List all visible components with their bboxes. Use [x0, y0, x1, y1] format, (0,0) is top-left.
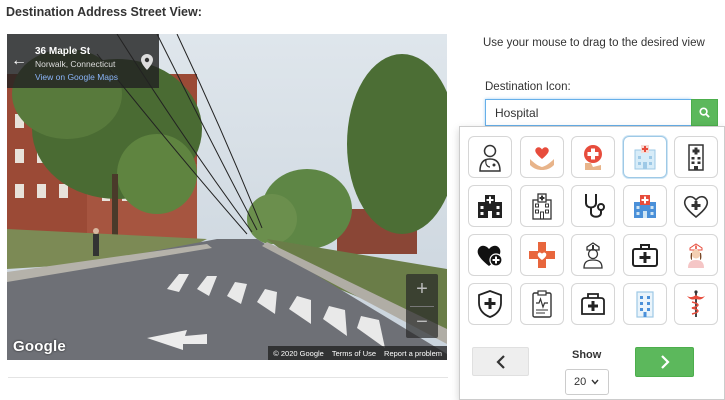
female-nurse-icon[interactable]	[674, 234, 718, 276]
zoom-in-button[interactable]: +	[406, 274, 438, 306]
search-button[interactable]	[691, 99, 718, 126]
destination-icon-search-input[interactable]	[485, 99, 691, 126]
heart-hands-icon[interactable]	[519, 136, 564, 178]
page-size-select[interactable]: 20	[565, 369, 609, 395]
medical-report-icon[interactable]	[519, 283, 564, 325]
previous-page-button[interactable]	[472, 347, 529, 376]
search-icon	[699, 107, 710, 118]
heart-cross-icon[interactable]	[674, 185, 718, 227]
destination-icon-label: Destination Icon:	[485, 81, 571, 93]
icon-picker-popup: Show 20	[459, 126, 725, 400]
map-pin-icon[interactable]	[141, 54, 153, 70]
view-on-google-maps-link[interactable]: View on Google Maps	[35, 72, 118, 82]
shield-cross-icon[interactable]	[468, 283, 512, 325]
address-title: 36 Maple St	[35, 46, 91, 57]
heart-plus-icon[interactable]	[468, 234, 512, 276]
drag-hint-text: Use your mouse to drag to the desired vi…	[483, 37, 705, 49]
zoom-control: + −	[406, 274, 438, 338]
section-title: Destination Address Street View:	[6, 5, 202, 19]
report-problem-link[interactable]: Report a problem	[384, 349, 442, 358]
hospital-building-dark-icon[interactable]	[468, 185, 512, 227]
arrow-left-icon[interactable]: ←	[11, 53, 27, 69]
zoom-out-button[interactable]: −	[406, 307, 438, 339]
hospital-building-icon[interactable]	[622, 136, 667, 178]
chevron-right-icon	[660, 355, 670, 369]
hospital-blue-icon[interactable]	[622, 185, 667, 227]
copyright-text: © 2020 Google	[273, 348, 324, 358]
divider	[8, 377, 448, 378]
terms-of-use-link[interactable]: Terms of Use	[332, 349, 376, 358]
show-label: Show	[572, 349, 602, 361]
medical-bag-icon[interactable]	[571, 283, 615, 325]
nurse-icon[interactable]	[571, 234, 615, 276]
hospital-window-icon[interactable]	[622, 283, 667, 325]
caduceus-icon[interactable]	[674, 283, 718, 325]
address-locality: Norwalk, Connecticut	[35, 59, 116, 69]
google-logo: Google	[13, 338, 66, 355]
icon-grid	[468, 136, 718, 325]
hospital-tower-icon[interactable]	[674, 136, 718, 178]
next-page-button[interactable]	[635, 347, 694, 377]
street-view-panel[interactable]: ← 36 Maple St Norwalk, Connecticut View …	[7, 34, 447, 360]
stethoscope-icon[interactable]	[571, 185, 615, 227]
doctor-icon[interactable]	[468, 136, 512, 178]
medical-cross-heart-icon[interactable]	[519, 234, 564, 276]
chevron-left-icon	[495, 354, 505, 369]
street-view-footer: © 2020 Google Terms of Use Report a prob…	[268, 346, 447, 360]
hand-cross-icon[interactable]	[571, 136, 615, 178]
hospital-outline-icon[interactable]	[519, 185, 564, 227]
first-aid-kit-icon[interactable]	[622, 234, 667, 276]
address-card: ← 36 Maple St Norwalk, Connecticut View …	[7, 34, 159, 88]
chevron-down-icon	[591, 379, 599, 385]
page-size-value: 20	[574, 376, 587, 388]
